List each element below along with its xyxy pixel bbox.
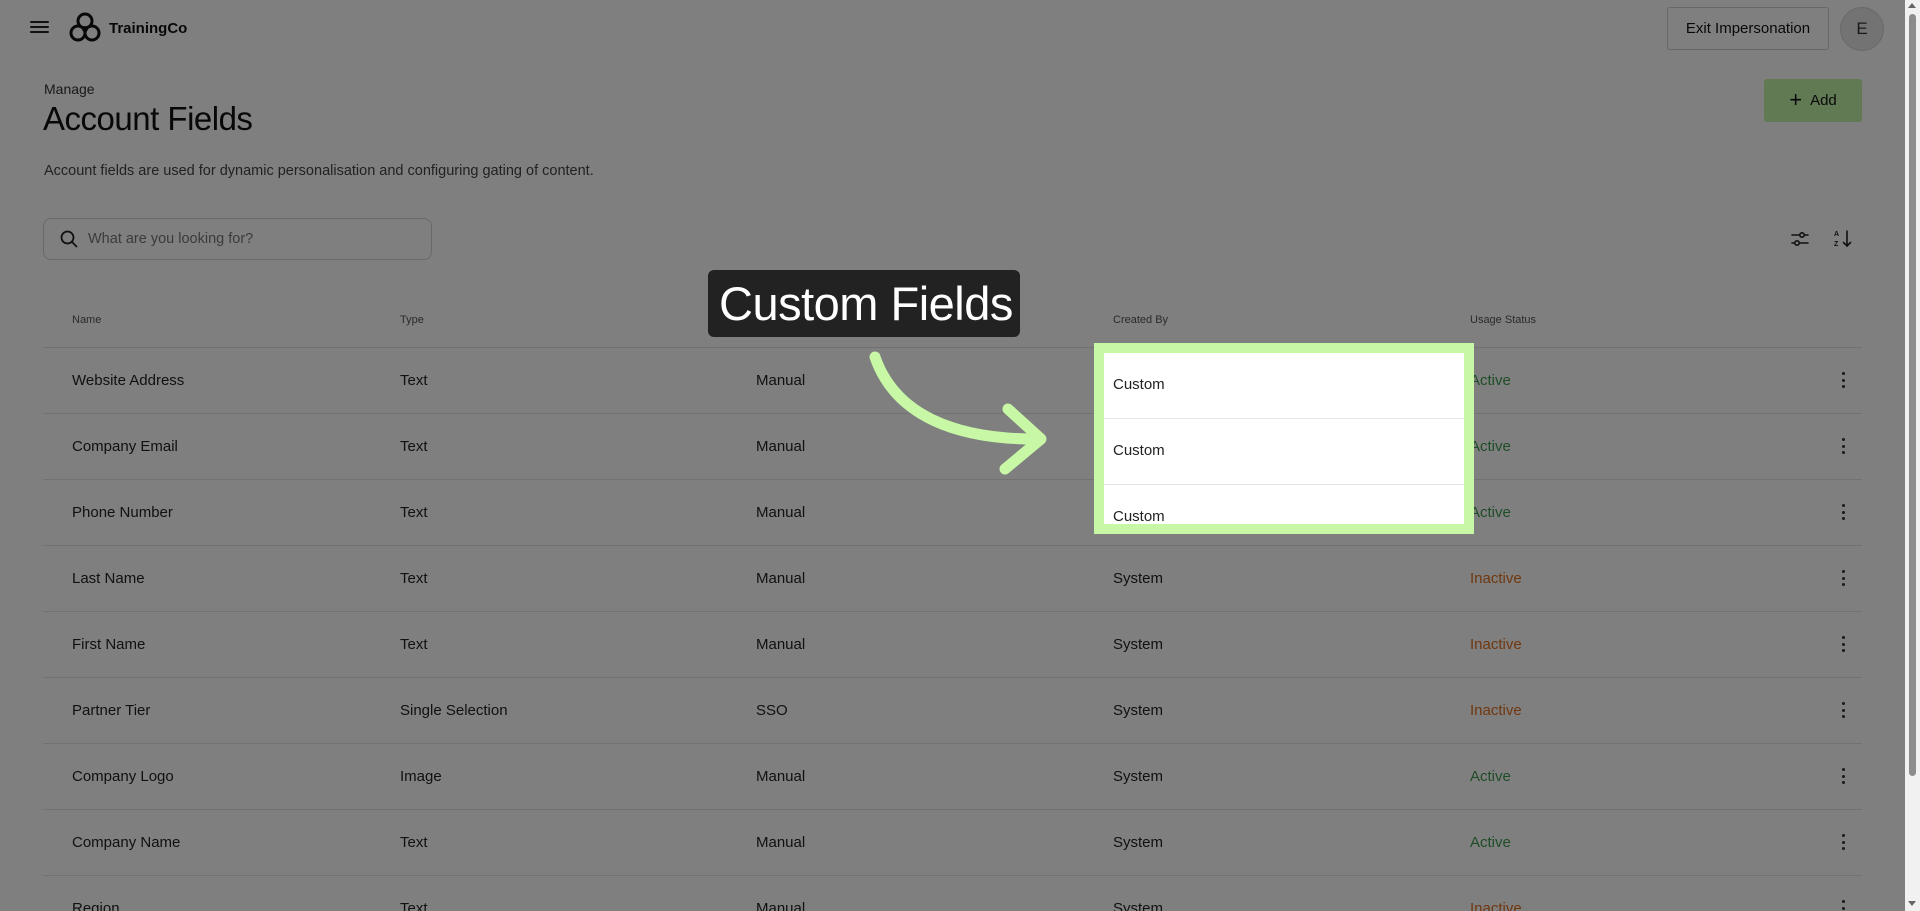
field-type-cell: Text — [400, 372, 428, 389]
svg-text:Z: Z — [1834, 241, 1839, 248]
breadcrumb[interactable]: Manage — [44, 81, 95, 97]
field-source-cell: Manual — [756, 372, 806, 389]
field-type-cell: Text — [400, 570, 428, 587]
field-source-cell: Manual — [756, 900, 806, 911]
created-by-cell: Custom — [1113, 508, 1165, 525]
field-type-cell: Text — [400, 636, 428, 653]
field-source-cell: Manual — [756, 570, 806, 587]
field-type-cell: Text — [400, 438, 428, 455]
exit-impersonation-button[interactable]: Exit Impersonation — [1667, 7, 1829, 50]
scrollbar[interactable] — [1905, 0, 1920, 911]
menu-icon[interactable] — [30, 21, 49, 35]
highlight-row: Custom — [1104, 419, 1464, 485]
sort-icon[interactable]: A Z — [1832, 228, 1854, 250]
usage-status-cell: Active — [1470, 504, 1511, 521]
field-source-cell: Manual — [756, 768, 806, 785]
scrollbar-thumb[interactable] — [1909, 14, 1916, 776]
usage-status-cell: Active — [1470, 834, 1511, 851]
more-options-icon[interactable] — [1840, 502, 1846, 522]
scroll-down-arrow-icon[interactable] — [1908, 901, 1916, 906]
field-source-cell: SSO — [756, 702, 788, 719]
column-header-type[interactable]: Type — [400, 314, 424, 326]
usage-status-cell: Active — [1470, 438, 1511, 455]
field-type-cell: Single Selection — [400, 702, 508, 719]
created-by-cell: Custom — [1113, 442, 1165, 459]
field-source-cell: Manual — [756, 438, 806, 455]
more-options-icon[interactable] — [1840, 832, 1846, 852]
column-header-usage-status[interactable]: Usage Status — [1470, 314, 1536, 326]
field-type-cell: Image — [400, 768, 442, 785]
svg-text:A: A — [1834, 231, 1839, 238]
field-name-cell: Website Address — [72, 372, 185, 389]
more-options-icon[interactable] — [1840, 898, 1846, 911]
scroll-up-arrow-icon[interactable] — [1908, 3, 1916, 8]
usage-status-cell: Inactive — [1470, 900, 1522, 911]
field-name-cell: Company Name — [72, 834, 181, 851]
table-row[interactable]: Last Name Text Manual System Inactive — [43, 546, 1862, 612]
column-header-created-by[interactable]: Created By — [1113, 314, 1168, 326]
table-row[interactable]: Company Name Text Manual System Active — [43, 810, 1862, 876]
field-type-cell: Text — [400, 900, 428, 911]
table-row[interactable]: Region Text Manual System Inactive — [43, 876, 1862, 911]
table-row[interactable]: Partner Tier Single Selection SSO System Ina… — [43, 678, 1862, 744]
field-type-cell: Text — [400, 504, 428, 521]
created-by-cell: System — [1113, 636, 1164, 653]
table-row[interactable]: Phone Number Text Manual Custom Active — [43, 480, 1862, 546]
column-header-name[interactable]: Name — [72, 314, 101, 326]
table-row[interactable]: Company Logo Image Manual System Active — [43, 744, 1862, 810]
highlight-row: Custom — [1104, 353, 1464, 419]
app-name: TrainingCo — [109, 19, 188, 37]
more-options-icon[interactable] — [1840, 766, 1846, 786]
more-options-icon[interactable] — [1840, 568, 1846, 588]
created-by-cell: System — [1113, 768, 1164, 785]
usage-status-cell: Inactive — [1470, 570, 1522, 587]
field-name-cell: Phone Number — [72, 504, 173, 521]
logo[interactable]: TrainingCo — [67, 10, 187, 46]
field-name-cell: Region — [72, 900, 120, 911]
search-input[interactable] — [88, 231, 408, 247]
callout-label: Custom Fields — [708, 270, 1020, 337]
created-by-cell: System — [1113, 570, 1164, 587]
filter-icon[interactable] — [1789, 228, 1811, 250]
plus-icon: + — [1789, 86, 1803, 112]
custom-fields-highlight: Custom Custom Custom — [1094, 343, 1474, 534]
table-row[interactable]: First Name Text Manual System Inactive — [43, 612, 1862, 678]
field-name-cell: First Name — [72, 636, 146, 653]
highlight-row: Custom — [1104, 485, 1464, 525]
search-box[interactable] — [43, 218, 432, 260]
usage-status-cell: Active — [1470, 372, 1511, 389]
top-bar: TrainingCo Exit Impersonation E — [0, 0, 1905, 56]
field-name-cell: Partner Tier — [72, 702, 151, 719]
more-options-icon[interactable] — [1840, 370, 1846, 390]
created-by-cell: System — [1113, 900, 1164, 911]
logo-icon — [69, 12, 101, 42]
created-by-cell: Custom — [1113, 376, 1165, 393]
created-by-cell: System — [1113, 834, 1164, 851]
field-source-cell: Manual — [756, 834, 806, 851]
field-source-cell: Manual — [756, 636, 806, 653]
field-type-cell: Text — [400, 834, 428, 851]
field-name-cell: Company Email — [72, 438, 178, 455]
more-options-icon[interactable] — [1840, 436, 1846, 456]
usage-status-cell: Inactive — [1470, 636, 1522, 653]
arrow-icon — [869, 351, 1047, 475]
more-options-icon[interactable] — [1840, 634, 1846, 654]
usage-status-cell: Inactive — [1470, 702, 1522, 719]
created-by-cell: System — [1113, 702, 1164, 719]
more-options-icon[interactable] — [1840, 700, 1846, 720]
page-description: Account fields are used for dynamic pers… — [44, 163, 594, 179]
add-button-label: Add — [1810, 92, 1837, 109]
field-name-cell: Last Name — [72, 570, 145, 587]
page-title: Account Fields — [43, 100, 253, 137]
usage-status-cell: Active — [1470, 768, 1511, 785]
field-source-cell: Manual — [756, 504, 806, 521]
add-button[interactable]: + Add — [1764, 79, 1862, 122]
avatar[interactable]: E — [1840, 7, 1884, 51]
search-icon — [60, 230, 78, 248]
field-name-cell: Company Logo — [72, 768, 174, 785]
